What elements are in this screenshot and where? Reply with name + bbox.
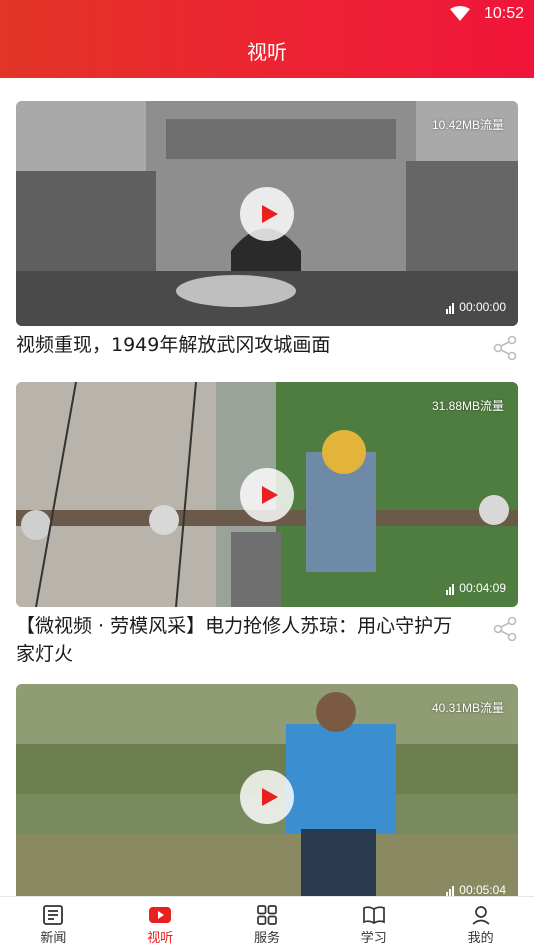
video-card[interactable]: 31.88MB流量 00:04:09 【微视频 · 劳模风采】电力抢修人苏琼：用…: [16, 382, 518, 665]
tab-label: 服务: [253, 931, 280, 946]
tab-label: 视听: [147, 931, 174, 946]
play-button[interactable]: [240, 187, 294, 241]
duration-text: 00:00:00: [459, 300, 506, 314]
wifi-icon: [450, 6, 470, 21]
video-feed[interactable]: 10.42MB流量 00:00:00 视频重现，1949年解放武冈攻城画面 31…: [0, 78, 534, 896]
page-title: 视听: [247, 40, 287, 64]
video-card[interactable]: 10.42MB流量 00:00:00 视频重现，1949年解放武冈攻城画面: [16, 101, 518, 361]
video-thumbnail[interactable]: 40.31MB流量 00:05:04: [16, 684, 518, 896]
play-icon: [262, 788, 278, 806]
video-title[interactable]: 视频重现，1949年解放武冈攻城画面: [16, 331, 456, 359]
share-icon[interactable]: [492, 335, 518, 361]
tab-label: 学习: [360, 931, 387, 946]
tab-services[interactable]: 服务: [214, 897, 321, 949]
data-size-badge: 10.42MB流量: [431, 118, 504, 132]
video-duration: 00:05:04: [446, 883, 506, 896]
tab-audiovisual[interactable]: 视听: [107, 897, 214, 949]
share-icon[interactable]: [492, 616, 518, 642]
video-thumbnail[interactable]: 10.42MB流量 00:00:00: [16, 101, 518, 326]
tab-label: 我的: [467, 931, 494, 946]
tab-news[interactable]: 新闻: [0, 897, 107, 949]
news-icon: [43, 905, 64, 925]
play-icon: [262, 486, 278, 504]
play-button[interactable]: [240, 468, 294, 522]
data-size-badge: 40.31MB流量: [431, 701, 504, 715]
grid-icon: [257, 905, 277, 925]
video-duration: 00:00:00: [446, 300, 506, 314]
duration-text: 00:05:04: [459, 883, 506, 896]
status-bar: 10:52: [0, 0, 534, 28]
tab-mine[interactable]: 我的: [427, 897, 534, 949]
duration-text: 00:04:09: [459, 581, 506, 595]
bottom-tab-bar: 新闻 视听 服务 学习 我的: [0, 896, 534, 949]
app-header: 10:52 视听: [0, 0, 534, 78]
profile-icon: [472, 906, 490, 925]
video-card[interactable]: 40.31MB流量 00:05:04: [16, 684, 518, 896]
tab-label: 新闻: [40, 931, 67, 946]
tab-study[interactable]: 学习: [320, 897, 427, 949]
video-title[interactable]: 【微视频 · 劳模风采】电力抢修人苏琼：用心守护万家灯火: [16, 612, 456, 668]
play-icon: [262, 205, 278, 223]
status-time: 10:52: [483, 5, 524, 22]
video-thumbnail[interactable]: 31.88MB流量 00:04:09: [16, 382, 518, 607]
book-icon: [362, 906, 385, 924]
video-duration: 00:04:09: [446, 581, 506, 595]
video-play-icon: [149, 907, 172, 923]
signal-bars-icon: [446, 581, 455, 595]
signal-bars-icon: [446, 883, 455, 896]
signal-bars-icon: [446, 300, 455, 314]
play-button[interactable]: [240, 770, 294, 824]
data-size-badge: 31.88MB流量: [431, 399, 504, 413]
